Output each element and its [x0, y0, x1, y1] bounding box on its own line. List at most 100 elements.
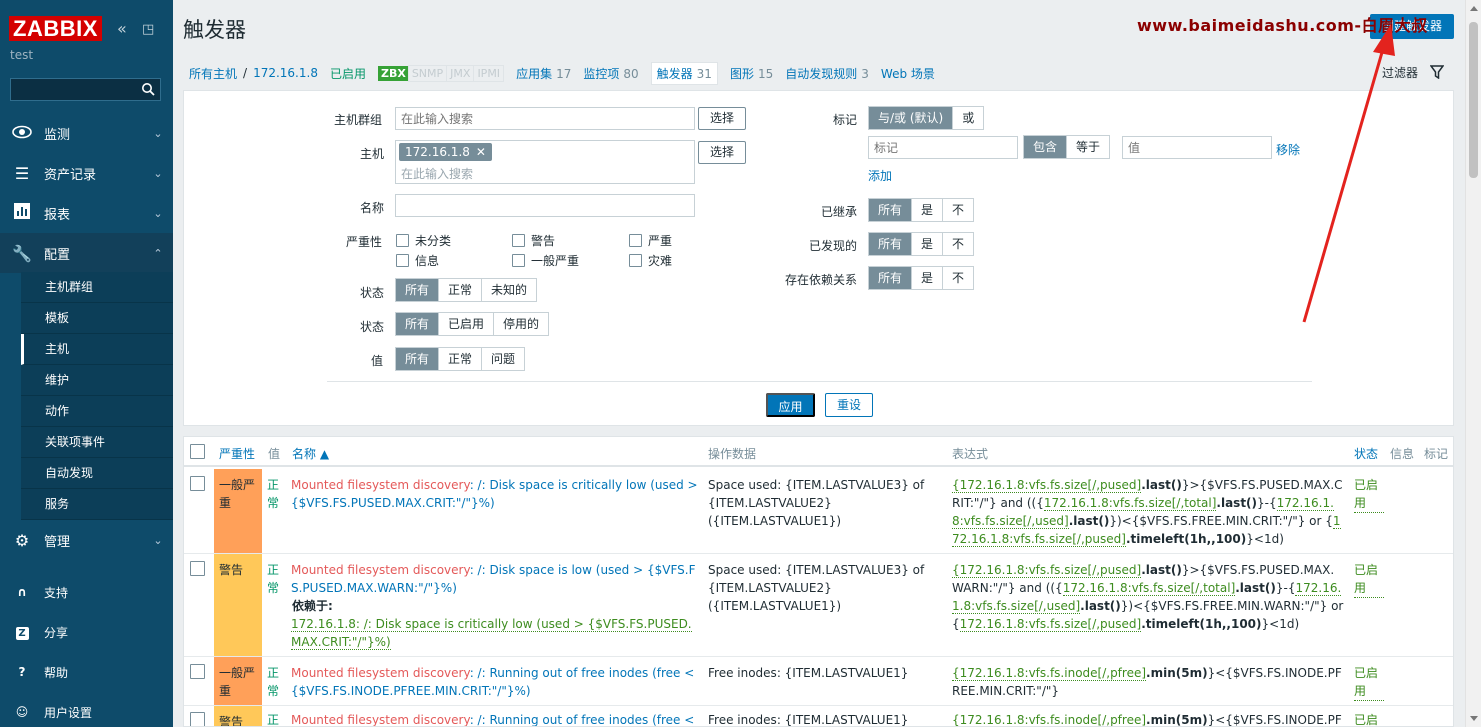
inherited-all[interactable]: 所有 — [869, 199, 913, 221]
user-settings-link[interactable]: ☺ 用户设置 — [0, 692, 173, 727]
filter-toggle[interactable]: 过滤器 — [1382, 64, 1444, 81]
inherited-yes[interactable]: 是 — [912, 199, 944, 221]
share-link[interactable]: Z 分享 — [0, 612, 173, 652]
scroll-down-arrow-icon[interactable] — [1470, 716, 1478, 721]
name-input[interactable] — [395, 194, 695, 217]
dependencies-yes[interactable]: 是 — [912, 267, 944, 289]
reset-button[interactable]: 重设 — [825, 393, 873, 417]
status-enabled[interactable]: 已启用 — [439, 313, 495, 335]
value-all[interactable]: 所有 — [396, 348, 440, 370]
status-disabled[interactable]: 停用的 — [494, 313, 549, 335]
checkbox-box[interactable] — [629, 234, 642, 247]
tags-and-or[interactable]: 与/或 (默认) — [869, 107, 954, 129]
tag-value-input[interactable] — [1122, 136, 1272, 159]
menu-reports[interactable]: 报表 ⌄ — [0, 193, 173, 233]
dependencies-no[interactable]: 不 — [943, 267, 974, 289]
checkbox-box[interactable] — [396, 254, 409, 267]
kiosk-mode-icon[interactable]: ◳ — [142, 21, 154, 39]
tab-graphs[interactable]: 图形 15 — [730, 65, 773, 82]
host-group-select-button[interactable]: 选择 — [698, 107, 746, 130]
state-unknown[interactable]: 未知的 — [482, 279, 537, 301]
checkbox-box[interactable] — [512, 234, 525, 247]
search-icon[interactable] — [141, 82, 155, 96]
discovery-rule-link[interactable]: Mounted filesystem discovery — [291, 478, 470, 492]
host-status-enabled[interactable]: 已启用 — [330, 65, 366, 82]
state-all[interactable]: 所有 — [396, 279, 440, 301]
status-toggle[interactable]: 已启用 — [1354, 561, 1384, 598]
severity-disaster-checkbox[interactable]: 灾难 — [629, 252, 672, 269]
status-toggle[interactable]: 已启用 — [1354, 664, 1384, 701]
item-link[interactable]: {172.16.1.8:vfs.fs.size[/,pused] — [952, 478, 1142, 493]
discovery-rule-link[interactable]: Mounted filesystem discovery — [291, 713, 470, 726]
trigger-name[interactable]: Mounted filesystem discovery: /: Running… — [291, 711, 699, 726]
tab-items[interactable]: 监控项 80 — [583, 65, 638, 82]
status-toggle[interactable]: 已启 — [1354, 711, 1384, 726]
item-link[interactable]: {172.16.1.8:vfs.fs.inode[/,pfree] — [952, 666, 1147, 681]
tab-web-scenarios[interactable]: Web 场景 — [881, 65, 935, 82]
apply-button[interactable]: 应用 — [766, 393, 815, 417]
checkbox-box[interactable] — [396, 234, 409, 247]
sidebar-item-actions[interactable]: 动作 — [21, 396, 173, 427]
severity-information-checkbox[interactable]: 信息 — [396, 252, 439, 269]
tags-or[interactable]: 或 — [953, 107, 984, 129]
value-problem[interactable]: 问题 — [482, 348, 525, 370]
discovered-yes[interactable]: 是 — [912, 233, 944, 255]
remove-tag-link[interactable]: 移除 — [1276, 141, 1300, 158]
dependency-link[interactable]: 172.16.1.8: /: Disk space is critically … — [291, 617, 692, 650]
severity-high-checkbox[interactable]: 严重 — [629, 232, 672, 249]
remove-chip-icon[interactable]: ✕ — [476, 145, 486, 159]
row-checkbox[interactable] — [190, 664, 205, 679]
row-checkbox[interactable] — [190, 476, 205, 491]
zabbix-logo[interactable]: ZABBIX — [9, 16, 102, 41]
status-toggle[interactable]: 已启用 — [1354, 476, 1384, 513]
menu-inventory[interactable]: ☰ 资产记录 ⌄ — [0, 153, 173, 193]
item-link[interactable]: {172.16.1.8:vfs.fs.size[/,pused] — [952, 563, 1142, 578]
col-name[interactable]: 名称 ▲ — [292, 445, 329, 462]
col-severity[interactable]: 严重性 — [219, 445, 255, 462]
trigger-name[interactable]: Mounted filesystem discovery: /: Disk sp… — [291, 476, 699, 512]
menu-configuration[interactable]: 🔧 配置 ⌃ — [0, 233, 173, 273]
trigger-name[interactable]: Mounted filesystem discovery: /: Disk sp… — [291, 561, 699, 651]
tab-applications[interactable]: 应用集 17 — [516, 65, 571, 82]
checkbox-box[interactable] — [512, 254, 525, 267]
select-all-checkbox[interactable] — [190, 444, 205, 459]
host-group-input[interactable] — [395, 107, 695, 130]
discovered-all[interactable]: 所有 — [869, 233, 913, 255]
page-scrollbar[interactable] — [1465, 0, 1481, 727]
value-ok[interactable]: 正常 — [439, 348, 483, 370]
menu-administration[interactable]: ⚙ 管理 ⌄ — [0, 520, 173, 560]
inherited-no[interactable]: 不 — [943, 199, 974, 221]
trigger-name[interactable]: Mounted filesystem discovery: /: Running… — [291, 664, 699, 700]
tab-discovery-rules[interactable]: 自动发现规则 3 — [785, 65, 869, 82]
tag-equals[interactable]: 等于 — [1067, 136, 1110, 158]
sidebar-item-templates[interactable]: 模板 — [21, 303, 173, 334]
sidebar-item-discovery[interactable]: 自动发现 — [21, 458, 173, 489]
sidebar-item-correlation[interactable]: 关联项事件 — [21, 427, 173, 458]
severity-warning-checkbox[interactable]: 警告 — [512, 232, 555, 249]
sidebar-item-maintenance[interactable]: 维护 — [21, 365, 173, 396]
state-normal[interactable]: 正常 — [439, 279, 483, 301]
tag-name-input[interactable] — [868, 136, 1018, 159]
sidebar-search-input[interactable] — [10, 78, 161, 101]
item-link[interactable]: 172.16.1.8:vfs.fs.size[/,total] — [1043, 496, 1217, 511]
host-select-button[interactable]: 选择 — [698, 141, 746, 164]
add-tag-link[interactable]: 添加 — [868, 167, 892, 184]
item-link[interactable]: {172.16.1.8:vfs.fs.inode[/,pfree] — [952, 713, 1147, 726]
item-link[interactable]: 172.16.1.8:vfs.fs.size[/,pused] — [959, 617, 1142, 632]
item-link[interactable]: 172.16.1.8:vfs.fs.size[/,total] — [1062, 581, 1236, 596]
discovery-rule-link[interactable]: Mounted filesystem discovery — [291, 666, 470, 680]
menu-monitoring[interactable]: 监测 ⌄ — [0, 113, 173, 153]
sidebar-item-services[interactable]: 服务 — [21, 489, 173, 520]
dependencies-all[interactable]: 所有 — [869, 267, 913, 289]
status-all[interactable]: 所有 — [396, 313, 440, 335]
severity-not-classified-checkbox[interactable]: 未分类 — [396, 232, 451, 249]
collapse-sidebar-icon[interactable]: « — [117, 20, 127, 38]
sidebar-item-host-groups[interactable]: 主机群组 — [21, 272, 173, 303]
checkbox-box[interactable] — [629, 254, 642, 267]
scrollbar-thumb[interactable] — [1469, 22, 1478, 178]
row-checkbox[interactable] — [190, 561, 205, 576]
sidebar-item-hosts[interactable]: 主机 — [21, 334, 173, 365]
support-link[interactable]: ∩ 支持 — [0, 572, 173, 612]
scroll-up-arrow-icon[interactable] — [1470, 6, 1478, 11]
discovered-no[interactable]: 不 — [943, 233, 974, 255]
